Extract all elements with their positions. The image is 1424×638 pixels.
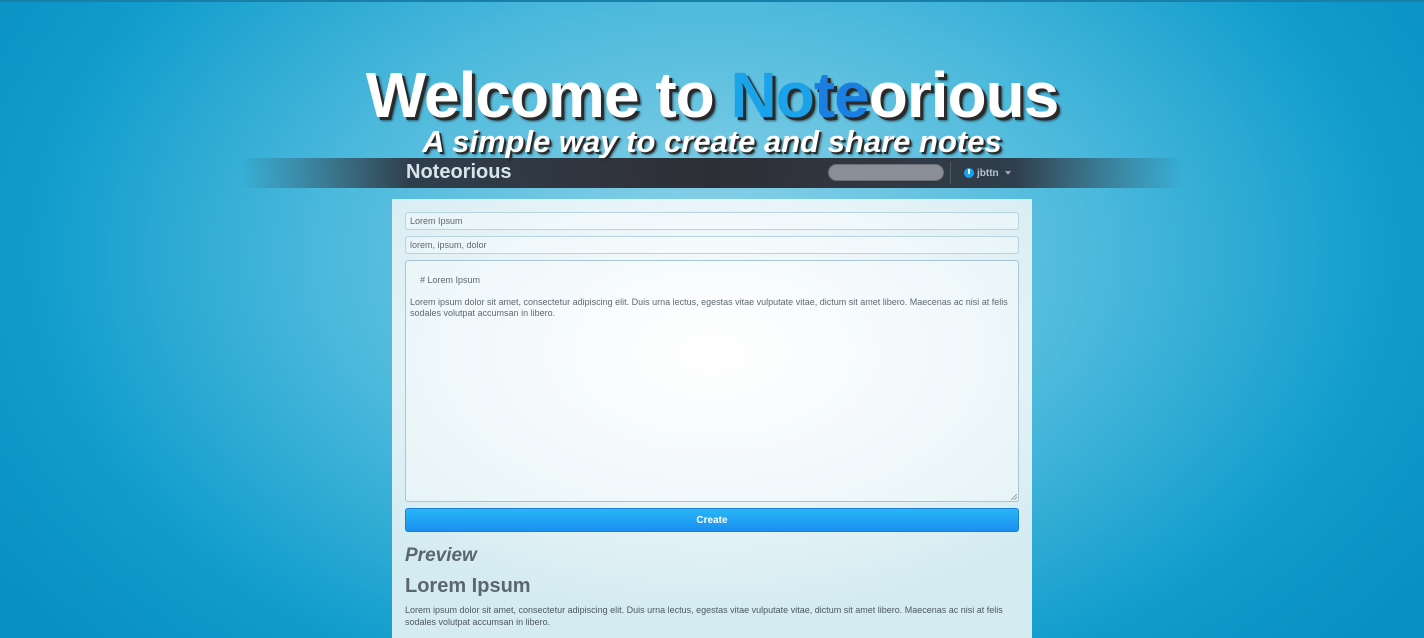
note-body-text: # Lorem Ipsum Lorem ipsum dolor sit amet… (410, 275, 1008, 318)
navbar-brand[interactable]: Noteorious (406, 161, 512, 184)
create-button[interactable]: Create (405, 508, 1019, 532)
hero-subtitle: A simple way to create and share notes (422, 124, 1002, 159)
user-menu[interactable]: jbttn (964, 166, 1011, 180)
resize-handle-icon[interactable] (1011, 494, 1017, 500)
power-icon (964, 168, 974, 178)
navbar: Noteorious jbttn (240, 158, 1184, 188)
hero-title-brand-highlight: No (730, 59, 815, 131)
hero-title-brand-highlight-2: te (813, 59, 870, 131)
search-input[interactable] (828, 164, 944, 181)
top-border (0, 0, 1424, 2)
preview-title: Lorem Ipsum (405, 575, 531, 597)
hero-title: Welcome to Noteorious (0, 58, 1424, 132)
navbar-divider (950, 162, 951, 184)
hero-title-brand-rest: orious (868, 59, 1060, 131)
note-tags-input[interactable]: lorem, ipsum, dolor (405, 236, 1019, 254)
note-body-textarea[interactable]: # Lorem Ipsum Lorem ipsum dolor sit amet… (405, 260, 1019, 502)
note-title-input[interactable]: Lorem Ipsum (405, 212, 1019, 230)
preview-heading: Preview (405, 545, 477, 566)
note-editor-panel: Lorem Ipsum lorem, ipsum, dolor # Lorem … (392, 199, 1032, 638)
preview-body: Lorem ipsum dolor sit amet, consectetur … (405, 605, 1003, 627)
hero-title-prefix: Welcome to (365, 59, 731, 131)
caret-down-icon (1004, 171, 1011, 175)
user-name: jbttn (977, 167, 999, 179)
